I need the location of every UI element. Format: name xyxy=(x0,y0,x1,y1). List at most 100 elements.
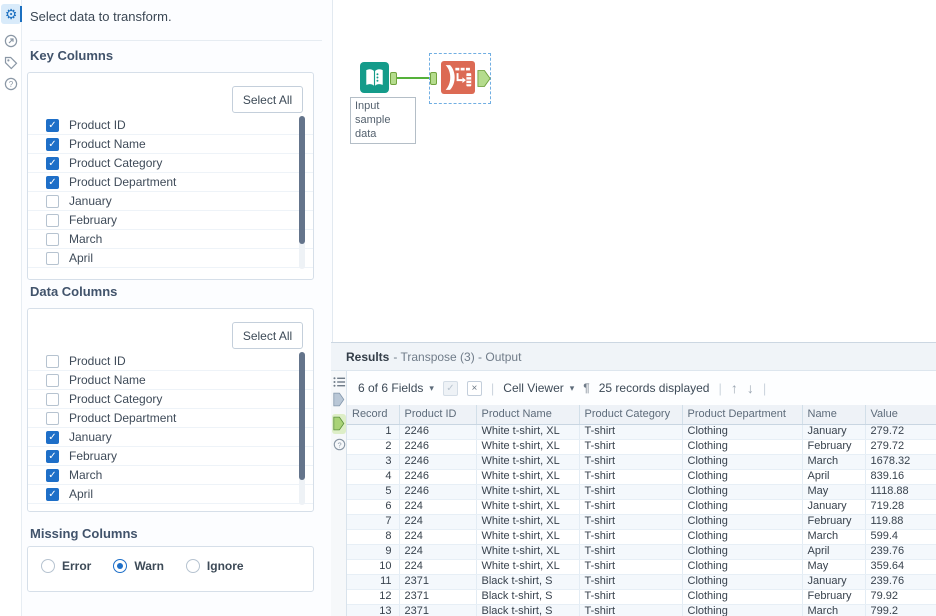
column-item-february[interactable]: February xyxy=(28,211,313,230)
table-cell: 599.4 xyxy=(865,529,936,544)
tool-annotation[interactable]: Input sample data xyxy=(350,97,416,144)
transpose-output-anchor[interactable] xyxy=(477,69,491,88)
input-tool-output-anchor[interactable] xyxy=(390,72,397,85)
column-item-product-category[interactable]: ✓Product Category xyxy=(28,154,313,173)
checkbox-checked[interactable]: ✓ xyxy=(46,431,59,444)
checkbox-unchecked[interactable] xyxy=(46,233,59,246)
select-fields-icon[interactable]: ✓ xyxy=(443,381,458,396)
table-cell: 1 xyxy=(347,424,399,439)
table-row[interactable]: 52246White t-shirt, XLT-shirtClothingMay… xyxy=(347,484,936,499)
radio-option-ignore[interactable]: Ignore xyxy=(186,559,244,573)
column-item-product-id[interactable]: ✓Product ID xyxy=(28,116,313,135)
column-header-record[interactable]: Record xyxy=(347,405,399,424)
data-columns-list: Product IDProduct NameProduct CategoryPr… xyxy=(28,352,313,504)
table-row[interactable]: 42246White t-shirt, XLT-shirtClothingApr… xyxy=(347,469,936,484)
table-cell: January xyxy=(802,574,865,589)
key-columns-select-all-button[interactable]: Select All xyxy=(232,86,303,113)
table-cell: 6 xyxy=(347,499,399,514)
checkbox-unchecked[interactable] xyxy=(46,393,59,406)
annotation-tag-icon[interactable] xyxy=(1,53,21,73)
table-cell: 2371 xyxy=(399,604,476,616)
scroll-up-icon[interactable]: ↑ xyxy=(731,380,738,396)
checkbox-unchecked[interactable] xyxy=(46,412,59,425)
data-columns-scrollbar[interactable] xyxy=(299,352,305,505)
table-row[interactable]: 12246White t-shirt, XLT-shirtClothingJan… xyxy=(347,424,936,439)
navigation-arrow-circle-icon[interactable] xyxy=(1,31,21,51)
checkbox-checked[interactable]: ✓ xyxy=(46,450,59,463)
table-row[interactable]: 112371Black t-shirt, ST-shirtClothingJan… xyxy=(347,574,936,589)
column-item-product-name[interactable]: ✓Product Name xyxy=(28,135,313,154)
radio-label: Error xyxy=(62,559,91,573)
column-header-product-department[interactable]: Product Department xyxy=(682,405,802,424)
cell-viewer-dropdown[interactable]: Cell Viewer▾ xyxy=(503,381,574,395)
table-cell: T-shirt xyxy=(579,514,682,529)
results-title: Results xyxy=(346,350,389,364)
metadata-list-icon[interactable] xyxy=(331,376,347,388)
input-connection-anchor-icon[interactable] xyxy=(331,392,347,407)
column-header-product-name[interactable]: Product Name xyxy=(476,405,579,424)
radio-selected[interactable] xyxy=(113,559,127,573)
checkbox-unchecked[interactable] xyxy=(46,214,59,227)
table-row[interactable]: 7224White t-shirt, XLT-shirtClothingFebr… xyxy=(347,514,936,529)
table-row[interactable]: 6224White t-shirt, XLT-shirtClothingJanu… xyxy=(347,499,936,514)
checkbox-unchecked[interactable] xyxy=(46,355,59,368)
data-columns-select-all-button[interactable]: Select All xyxy=(232,322,303,349)
column-header-product-category[interactable]: Product Category xyxy=(579,405,682,424)
fields-dropdown[interactable]: 6 of 6 Fields▾ xyxy=(358,381,434,395)
column-item-product-department[interactable]: Product Department xyxy=(28,409,313,428)
connection-line[interactable] xyxy=(397,77,430,79)
workflow-canvas[interactable] xyxy=(334,0,936,342)
checkbox-checked[interactable]: ✓ xyxy=(46,138,59,151)
column-item-product-category[interactable]: Product Category xyxy=(28,390,313,409)
scrollbar-thumb[interactable] xyxy=(299,352,305,480)
table-row[interactable]: 8224White t-shirt, XLT-shirtClothingMarc… xyxy=(347,529,936,544)
column-item-product-name[interactable]: Product Name xyxy=(28,371,313,390)
column-item-march[interactable]: March xyxy=(28,230,313,249)
scrollbar-thumb[interactable] xyxy=(299,116,305,244)
column-item-january[interactable]: ✓January xyxy=(28,428,313,447)
radio-unselected[interactable] xyxy=(41,559,55,573)
checkbox-unchecked[interactable] xyxy=(46,374,59,387)
column-header-product-id[interactable]: Product ID xyxy=(399,405,476,424)
output-connection-anchor-icon[interactable] xyxy=(331,416,347,431)
radio-option-warn[interactable]: Warn xyxy=(113,559,164,573)
checkbox-checked[interactable]: ✓ xyxy=(46,469,59,482)
configuration-gear-icon[interactable]: ⚙ xyxy=(1,4,21,24)
checkbox-unchecked[interactable] xyxy=(46,195,59,208)
column-item-february[interactable]: ✓February xyxy=(28,447,313,466)
whitespace-toggle-icon[interactable]: ¶ xyxy=(583,381,589,395)
checkbox-unchecked[interactable] xyxy=(46,252,59,265)
help-icon[interactable]: ? xyxy=(1,74,21,94)
table-row[interactable]: 10224White t-shirt, XLT-shirtClothingMay… xyxy=(347,559,936,574)
fields-dropdown-label: 6 of 6 Fields xyxy=(358,381,423,395)
scroll-down-icon[interactable]: ↓ xyxy=(747,380,754,396)
radio-option-error[interactable]: Error xyxy=(41,559,91,573)
list-glyph xyxy=(333,376,346,388)
checkbox-checked[interactable]: ✓ xyxy=(46,157,59,170)
column-item-april[interactable]: ✓April xyxy=(28,485,313,504)
input-data-tool[interactable] xyxy=(360,62,389,93)
table-cell: T-shirt xyxy=(579,529,682,544)
column-item-product-id[interactable]: Product ID xyxy=(28,352,313,371)
column-item-product-department[interactable]: ✓Product Department xyxy=(28,173,313,192)
checkbox-checked[interactable]: ✓ xyxy=(46,488,59,501)
checkbox-checked[interactable]: ✓ xyxy=(46,176,59,189)
key-columns-scrollbar[interactable] xyxy=(299,116,305,269)
table-row[interactable]: 9224White t-shirt, XLT-shirtClothingApri… xyxy=(347,544,936,559)
table-row[interactable]: 132371Black t-shirt, ST-shirtClothingMar… xyxy=(347,604,936,616)
checkbox-checked[interactable]: ✓ xyxy=(46,119,59,132)
table-cell: Clothing xyxy=(682,574,802,589)
column-item-april[interactable]: April xyxy=(28,249,313,268)
table-row[interactable]: 22246White t-shirt, XLT-shirtClothingFeb… xyxy=(347,439,936,454)
column-item-january[interactable]: January xyxy=(28,192,313,211)
table-row[interactable]: 32246White t-shirt, XLT-shirtClothingMar… xyxy=(347,454,936,469)
table-row[interactable]: 122371Black t-shirt, ST-shirtClothingFeb… xyxy=(347,589,936,604)
transpose-tool[interactable] xyxy=(441,61,475,94)
radio-unselected[interactable] xyxy=(186,559,200,573)
column-header-name[interactable]: Name xyxy=(802,405,865,424)
column-header-value[interactable]: Value xyxy=(865,405,936,424)
deselect-fields-icon[interactable]: × xyxy=(467,381,482,396)
column-item-march[interactable]: ✓March xyxy=(28,466,313,485)
transpose-input-anchor[interactable] xyxy=(430,72,437,85)
results-help-icon[interactable]: ? xyxy=(331,438,347,451)
